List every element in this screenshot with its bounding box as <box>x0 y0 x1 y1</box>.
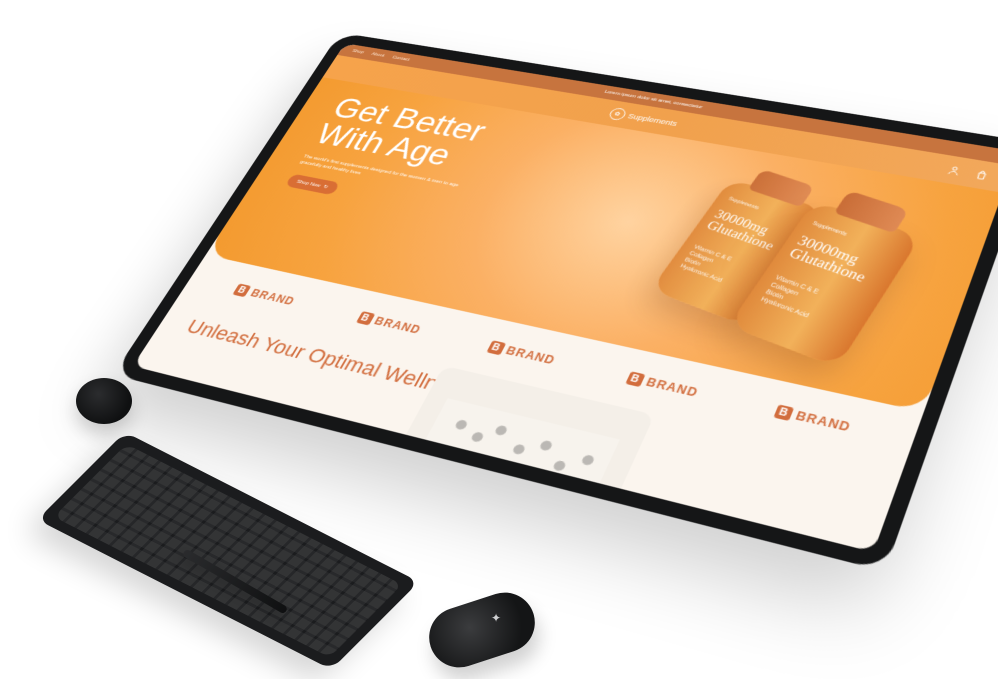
brand-logo[interactable]: B BRAND <box>773 404 853 435</box>
mouse-logo-icon: ✦ <box>490 611 502 626</box>
screen: Shop About Contact Lorem ipsum dolor sit… <box>132 43 998 553</box>
brand-badge-icon: B <box>355 311 376 326</box>
shop-now-button[interactable]: Shop Now ↻ <box>284 173 341 196</box>
branch-dot <box>469 431 485 443</box>
logo-icon: ✿ <box>607 107 628 121</box>
site-logo[interactable]: ✿ Supplements <box>607 107 680 130</box>
bottle-small-text: Vitamin C & E Collagen Biotin Hyaluronic… <box>678 244 733 284</box>
logo-text: Supplements <box>626 112 679 128</box>
brand-text: BRAND <box>793 408 853 435</box>
branch-dot <box>537 475 553 488</box>
nav-link-shop[interactable]: Shop <box>351 49 365 55</box>
nav-link-contact[interactable]: Contact <box>391 55 410 62</box>
brand-badge-icon: B <box>625 371 646 388</box>
wellness-image <box>407 398 620 519</box>
brand-logo[interactable]: B BRAND <box>232 283 298 308</box>
user-icon[interactable] <box>946 164 962 176</box>
brand-logo[interactable]: B BRAND <box>355 311 424 337</box>
brand-text: BRAND <box>503 344 558 368</box>
branch-dot <box>453 419 469 431</box>
bottle-brand: Supplements <box>727 196 760 211</box>
brand-badge-icon: B <box>773 404 795 422</box>
bottle-brand: Supplements <box>811 221 848 238</box>
branch-dot <box>511 443 527 456</box>
branch-dot <box>580 454 596 467</box>
bag-icon[interactable] <box>974 169 990 181</box>
brand-text: BRAND <box>372 314 424 337</box>
bottle-small-text: Vitamin C & E Collagen Biotin Hyaluronic… <box>759 274 820 320</box>
branch-dot <box>538 439 554 452</box>
monitor: Shop About Contact Lorem ipsum dolor sit… <box>113 32 998 572</box>
branch-dot <box>493 424 509 437</box>
refresh-icon: ↻ <box>321 184 329 190</box>
brand-text: BRAND <box>248 286 298 308</box>
brand-logo[interactable]: B BRAND <box>486 340 558 368</box>
scene: Shop About Contact Lorem ipsum dolor sit… <box>0 0 998 679</box>
brand-badge-icon: B <box>486 340 507 356</box>
dial-device[interactable] <box>76 378 132 424</box>
brand-logo[interactable]: B BRAND <box>625 371 701 400</box>
branch-dot <box>507 474 523 487</box>
nav-link-about[interactable]: About <box>370 52 385 58</box>
shop-now-label: Shop Now <box>295 179 322 189</box>
brand-text: BRAND <box>643 375 701 400</box>
branch-dot <box>551 459 567 472</box>
